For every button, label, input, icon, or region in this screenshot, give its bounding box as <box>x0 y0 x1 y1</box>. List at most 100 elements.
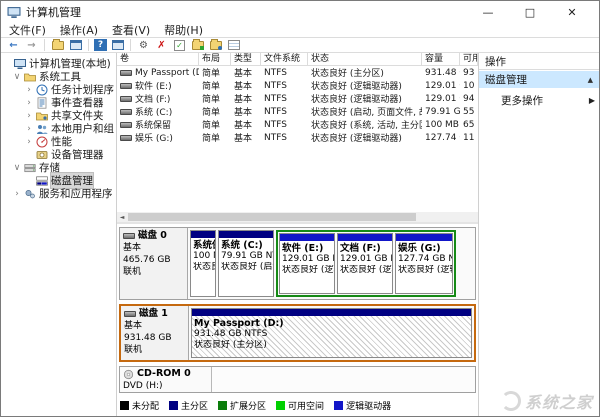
console-window-icon[interactable] <box>68 38 83 52</box>
volume-row-g[interactable]: 娱乐 (G:) 简单基本 NTFS状态良好 (逻辑驱动器) 127.74 GB1… <box>117 131 478 144</box>
submenu-arrow-icon: ▶ <box>588 96 595 105</box>
disk-1-row: 磁盘 1 基本 931.48 GB 联机 My Passport (D:) 93… <box>119 304 476 362</box>
disk-0-label[interactable]: 磁盘 0 基本 465.76 GB 联机 <box>120 228 188 299</box>
check-icon[interactable]: ✓ <box>172 38 187 52</box>
center-panel: 卷 布局 类型 文件系统 状态 容量 可用空间 My Passport (D:)… <box>117 52 479 416</box>
disk-1-label[interactable]: 磁盘 1 基本 931.48 GB 联机 <box>121 306 189 360</box>
computer-icon <box>14 58 26 69</box>
partition-color-bar <box>280 234 334 241</box>
legend-swatch <box>334 401 344 410</box>
device-icon <box>36 150 48 159</box>
toolbar: ← → ? ⚙ ✗ ✓ <box>1 37 599 53</box>
users-icon <box>37 124 48 134</box>
disk-icon <box>124 311 136 317</box>
tree-item-services-applications[interactable]: › 服务和应用程序 <box>1 187 116 200</box>
col-capacity[interactable]: 容量 <box>422 52 460 66</box>
disk-icon <box>123 233 135 239</box>
clock-icon <box>36 84 48 95</box>
menu-bar: 文件(F) 操作(A) 查看(V) 帮助(H) <box>1 23 599 37</box>
partition-system-reserved[interactable]: 系统保留 100 MB NTFS 状态良好 <box>190 230 216 297</box>
legend-unallocated: 未分配 <box>120 399 159 412</box>
menu-view[interactable]: 查看(V) <box>112 22 150 38</box>
legend-extended-partition: 扩展分区 <box>218 399 266 412</box>
partition-color-bar <box>191 231 215 238</box>
legend-swatch <box>276 401 286 410</box>
volume-row-f[interactable]: 文档 (F:) 简单基本 NTFS状态良好 (逻辑驱动器) 129.01 GB9… <box>117 92 478 105</box>
volume-icon <box>120 69 132 76</box>
volume-icon <box>120 108 132 115</box>
forward-icon[interactable]: → <box>24 38 39 52</box>
legend-swatch <box>218 401 228 410</box>
partition-e[interactable]: 软件 (E:) 129.01 GB NTFS 状态良好 (逻辑驱动器) <box>279 233 335 294</box>
legend-swatch <box>169 401 179 410</box>
console-window-icon-2[interactable] <box>110 38 125 52</box>
volume-list-header: 卷 布局 类型 文件系统 状态 容量 可用空间 <box>117 52 478 66</box>
minimize-button[interactable]: — <box>467 2 509 22</box>
app-icon <box>7 6 21 18</box>
delete-icon[interactable]: ✗ <box>154 38 169 52</box>
disc-icon <box>123 369 134 379</box>
col-filesystem[interactable]: 文件系统 <box>261 52 308 66</box>
close-button[interactable]: ✕ <box>551 2 593 22</box>
volume-icon <box>120 134 132 141</box>
col-volume[interactable]: 卷 <box>117 52 199 66</box>
legend-free-space: 可用空间 <box>276 399 324 412</box>
folder-new-icon[interactable] <box>190 38 205 52</box>
folder-icon <box>24 73 36 81</box>
menu-help[interactable]: 帮助(H) <box>164 22 203 38</box>
volume-row-system-reserved[interactable]: 系统保留 简单 基本 NTFS 状态良好 (系统, 活动, 主分区) 100 MB 6… <box>117 118 478 131</box>
volume-row-c[interactable]: 系统 (C:) 简单基本 NTFS状态良好 (启动, 页面文件, 故障转储, 主… <box>117 105 478 118</box>
partition-f[interactable]: 文档 (F:) 129.01 GB NTFS 状态良好 (逻辑驱动器) <box>337 233 393 294</box>
scroll-left-icon[interactable]: ◄ <box>117 214 127 221</box>
col-free-space[interactable]: 可用空间 <box>460 52 478 66</box>
partition-g[interactable]: 娱乐 (G:) 127.74 GB NTFS 状态良好 (逻辑驱动器) <box>395 233 453 294</box>
partition-color-bar <box>396 234 452 241</box>
actions-header: 操作 <box>479 53 599 70</box>
legend-logical-drive: 逻辑驱动器 <box>334 399 391 412</box>
partition-legend: 未分配 主分区 扩展分区 可用空间 逻辑驱动器 <box>119 397 476 414</box>
disk-graphical-view: 磁盘 0 基本 465.76 GB 联机 系统保留 100 MB NTFS 状态… <box>117 222 478 416</box>
window-title: 计算机管理 <box>26 6 81 19</box>
legend-swatch <box>120 401 129 410</box>
menu-action[interactable]: 操作(A) <box>60 22 98 38</box>
actions-panel: 操作 磁盘管理 ▲ 更多操作 ▶ <box>479 53 599 416</box>
partition-color-bar <box>192 309 471 316</box>
cdrom-media-area <box>212 367 475 392</box>
disk-0-row: 磁盘 0 基本 465.76 GB 联机 系统保留 100 MB NTFS 状态… <box>119 227 476 300</box>
disk-0-partitions: 系统保留 100 MB NTFS 状态良好 系统 (C:) 79.91 GB N… <box>188 228 475 299</box>
more-actions-item[interactable]: 更多操作 ▶ <box>479 92 599 109</box>
collapse-icon[interactable]: ▲ <box>588 76 593 84</box>
partition-d-selected[interactable]: My Passport (D:) 931.48 GB NTFS 状态良好 (主分… <box>191 308 472 358</box>
volume-list: 卷 布局 类型 文件系统 状态 容量 可用空间 My Passport (D:)… <box>117 52 478 144</box>
wrench-icon[interactable]: ⚙ <box>136 38 151 52</box>
empty-space <box>117 144 478 212</box>
console-tree: 计算机管理(本地) ∨ 系统工具 › 任务计划程序 › 事件查看器 › 共享文件… <box>1 53 117 416</box>
horizontal-scrollbar[interactable]: ◄ <box>117 212 478 222</box>
disk-1-partitions: My Passport (D:) 931.48 GB NTFS 状态良好 (主分… <box>189 306 474 360</box>
maximize-button[interactable]: □ <box>509 2 551 22</box>
folder-icon[interactable] <box>50 38 65 52</box>
help-icon[interactable]: ? <box>94 39 107 51</box>
volume-row-e[interactable]: 软件 (E:) 简单基本 NTFS状态良好 (逻辑驱动器) 129.01 GB1… <box>117 79 478 92</box>
computer-management-window: 计算机管理 — □ ✕ 文件(F) 操作(A) 查看(V) 帮助(H) ← → … <box>0 0 600 417</box>
details-view-icon[interactable] <box>226 38 241 52</box>
partition-color-bar <box>338 234 392 241</box>
col-layout[interactable]: 布局 <box>199 52 231 66</box>
toolbar-separator <box>88 39 89 51</box>
back-icon[interactable]: ← <box>6 38 21 52</box>
cdrom-0-row: CD-ROM 0 DVD (H:) <box>119 366 476 393</box>
scrollbar-thumb[interactable] <box>128 213 416 221</box>
window-controls: — □ ✕ <box>467 2 593 22</box>
col-status[interactable]: 状态 <box>308 52 422 66</box>
disk-icon <box>36 175 48 186</box>
partition-c[interactable]: 系统 (C:) 79.91 GB NTFS 状态良好 (启动, 页面文件, 故障… <box>218 230 274 297</box>
volume-row-d[interactable]: My Passport (D:) 简单基本 NTFS状态良好 (主分区) 931… <box>117 66 478 79</box>
cdrom-0-label[interactable]: CD-ROM 0 DVD (H:) <box>120 367 212 392</box>
col-type[interactable]: 类型 <box>231 52 261 66</box>
folder-search-icon[interactable] <box>208 38 223 52</box>
volume-icon <box>120 95 132 102</box>
shared-folder-icon <box>36 112 48 120</box>
menu-file[interactable]: 文件(F) <box>9 22 46 38</box>
actions-group-disk-management[interactable]: 磁盘管理 ▲ <box>479 71 599 88</box>
toolbar-separator <box>44 39 45 51</box>
